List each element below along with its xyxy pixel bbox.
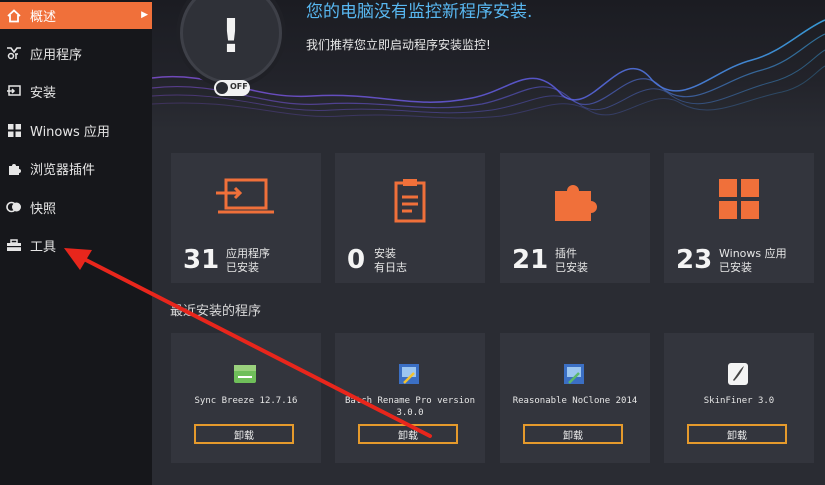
snapshot-icon <box>6 199 22 215</box>
uninstall-button[interactable]: 卸载 <box>358 424 458 444</box>
stat-sublabel: 有日志 <box>374 261 407 274</box>
stat-number: 0 <box>347 245 366 275</box>
puzzle-icon <box>6 160 22 176</box>
home-icon <box>6 8 22 24</box>
program-icon <box>396 361 422 387</box>
program-card[interactable]: Reasonable NoClone 2014 卸载 <box>500 333 650 463</box>
program-name: SkinFiner 3.0 <box>703 396 775 406</box>
sidebar-item-label: 安装 <box>30 85 57 101</box>
stat-sublabel: 已安装 <box>226 261 259 274</box>
banner-subtitle[interactable]: 我们推荐您立即启动程序安装监控! <box>306 36 491 53</box>
toggle-label: OFF <box>230 82 248 91</box>
sidebar-item-overview[interactable]: 概述 ▶ <box>0 2 152 29</box>
sidebar-item-label: 工具 <box>30 239 57 255</box>
stat-card-windows-apps[interactable]: 23 Winows 应用 已安装 <box>664 153 814 283</box>
windows-grid-icon <box>664 177 814 223</box>
stat-number: 31 <box>183 245 220 275</box>
stat-number: 21 <box>512 245 549 275</box>
program-name: Batch Rename Pro version 3.0.0 <box>344 396 476 418</box>
warning-icon: ! <box>220 9 242 63</box>
program-icon <box>725 361 751 387</box>
uninstall-button[interactable]: 卸载 <box>687 424 787 444</box>
uninstall-button[interactable]: 卸载 <box>523 424 623 444</box>
main-content: ! OFF 您的电脑没有监控新程序安装. 我们推荐您立即启动程序安装监控! 31… <box>152 0 825 485</box>
apps-icon <box>6 45 22 61</box>
recent-programs-title: 最近安装的程序 <box>170 304 262 319</box>
sidebar-item-browser-plugins[interactable]: 浏览器插件 <box>0 153 152 183</box>
banner-title: 您的电脑没有监控新程序安装. <box>306 2 533 22</box>
stat-card-apps[interactable]: 31 应用程序 已安装 <box>171 153 321 283</box>
program-card[interactable]: Batch Rename Pro version 3.0.0 卸载 <box>335 333 485 463</box>
clipboard-icon <box>335 177 485 223</box>
sidebar-item-label: 应用程序 <box>30 47 83 63</box>
toggle-knob <box>216 82 228 94</box>
stat-card-plugins[interactable]: 21 插件 已安装 <box>500 153 650 283</box>
windows-icon <box>6 122 22 138</box>
sidebar: 概述 ▶ 应用程序 安装 Winows 应用 浏览器插件 快照 工具 <box>0 0 152 485</box>
sidebar-item-label: Winows 应用 <box>30 124 110 140</box>
sidebar-item-tools[interactable]: 工具 <box>0 230 152 260</box>
chevron-right-icon: ▶ <box>141 10 148 20</box>
program-icon <box>561 361 587 387</box>
sidebar-item-apps[interactable]: 应用程序 <box>0 38 152 68</box>
program-card[interactable]: SkinFiner 3.0 卸载 <box>664 333 814 463</box>
sidebar-item-windows-apps[interactable]: Winows 应用 <box>0 115 152 145</box>
monitoring-banner: ! OFF 您的电脑没有监控新程序安装. 我们推荐您立即启动程序安装监控! <box>152 0 825 130</box>
uninstall-button[interactable]: 卸载 <box>194 424 294 444</box>
program-name: Sync Breeze 12.7.16 <box>194 396 298 406</box>
program-name: Reasonable NoClone 2014 <box>512 396 638 406</box>
puzzle-piece-icon <box>500 177 650 223</box>
toolbox-icon <box>6 237 22 253</box>
stat-number: 23 <box>676 245 713 275</box>
sidebar-item-label: 浏览器插件 <box>30 162 96 178</box>
install-icon <box>6 83 22 99</box>
stat-sublabel: 已安装 <box>555 261 588 274</box>
stat-sublabel: 已安装 <box>719 261 752 274</box>
program-icon <box>232 361 258 387</box>
program-card[interactable]: Sync Breeze 12.7.16 卸载 <box>171 333 321 463</box>
sidebar-item-snapshots[interactable]: 快照 <box>0 192 152 222</box>
sidebar-item-install[interactable]: 安装 <box>0 76 152 106</box>
sidebar-item-label: 快照 <box>30 201 57 217</box>
sidebar-item-label: 概述 <box>30 10 57 25</box>
laptop-icon <box>171 177 321 223</box>
monitor-toggle[interactable]: OFF <box>214 80 250 96</box>
stat-card-installs[interactable]: 0 安装 有日志 <box>335 153 485 283</box>
